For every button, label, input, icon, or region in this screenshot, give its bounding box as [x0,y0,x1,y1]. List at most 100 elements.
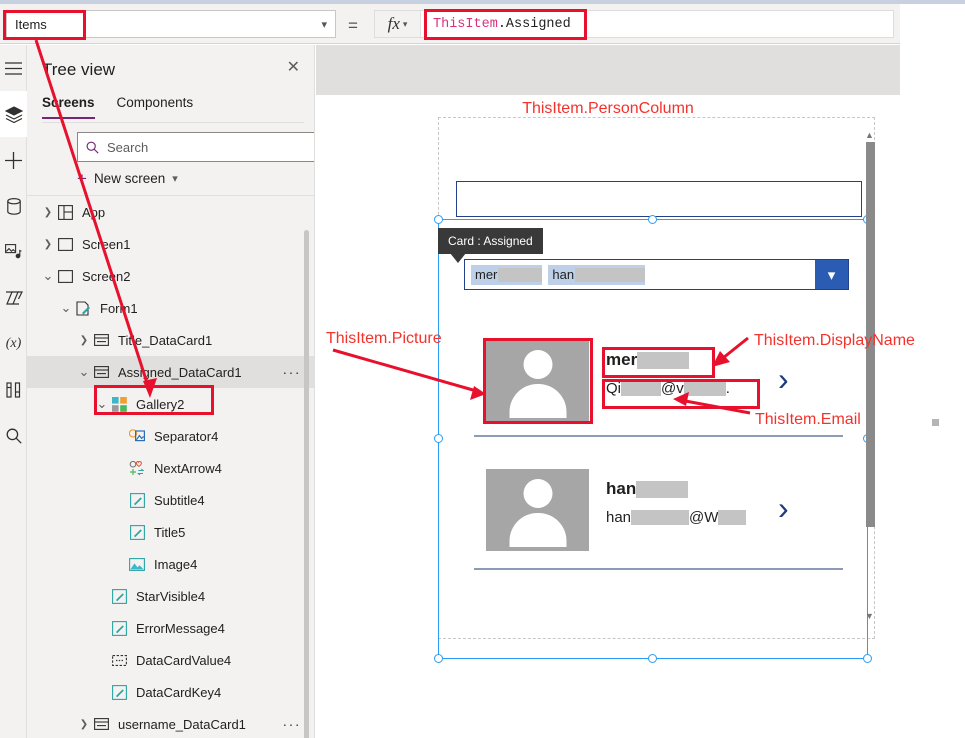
tree-item-screen1[interactable]: ❯ Screen1 [27,228,314,260]
tree-item-image4[interactable]: Image4 [27,548,314,580]
chevron-placeholder [95,687,109,698]
tree-item-subtitle4[interactable]: Subtitle4 [27,484,314,516]
hamburger-menu-icon[interactable] [0,45,27,91]
chevron-right-icon[interactable]: ❯ [41,207,55,218]
label-icon [127,492,147,508]
tree-item-gallery2[interactable]: ⌄ Gallery2 [27,388,314,420]
title-datacard-value[interactable] [456,181,862,217]
property-formula-bar: Items ▾ = fx ▾ ThisItem.Assigned [0,4,965,44]
property-dropdown[interactable]: Items ▾ [6,10,336,38]
redaction-mask [683,381,726,396]
email-prefix: Qi [606,380,621,397]
tree-view-icon[interactable] [0,91,27,137]
email-domain-head: W [704,509,719,526]
property-dropdown-value: Items [15,16,47,32]
tree-item-datacardvalue4[interactable]: DataCardValue4 [27,644,314,676]
tree-item-title_datacard1[interactable]: ❯ Title_DataCard1 [27,324,314,356]
tree-item-starvisible4[interactable]: StarVisible4 [27,580,314,612]
assigned-combobox[interactable]: mer han ▾ [464,259,849,290]
gallery-email: Qi @ v . [606,380,730,397]
advanced-tools-icon[interactable] [0,367,27,413]
gallery-next-arrow[interactable]: › [778,363,789,395]
app-icon [55,204,75,220]
avatar-body [509,513,566,547]
gallery-avatar [486,469,589,551]
resize-handle-br[interactable] [863,654,872,663]
canvas-header-band [316,45,900,95]
fx-button[interactable]: fx ▾ [375,11,421,37]
resize-handle-tl[interactable] [434,215,443,224]
formula-token-member: .Assigned [497,16,571,32]
tree-item-label: Image4 [154,556,198,572]
chevron-right-icon[interactable]: ❯ [77,719,91,730]
chevron-down-icon[interactable]: ⌄ [77,364,91,380]
tree-item-title5[interactable]: Title5 [27,516,314,548]
tree-item-username_datacard1[interactable]: ❯ username_DataCard1 ··· [27,708,314,738]
tree-item-datacardkey4[interactable]: DataCardKey4 [27,676,314,708]
label-icon [109,588,129,604]
tree-item-assigned_datacard1[interactable]: ⌄ Assigned_DataCard1 ··· [27,356,314,388]
separator-icon [127,429,147,443]
resize-handle-bl[interactable] [434,654,443,663]
variables-icon[interactable]: (x) [0,321,27,367]
resize-handle-tc[interactable] [648,215,657,224]
annotation-display-name: ThisItem.DisplayName [754,332,915,349]
search-rail-icon[interactable] [0,413,27,459]
tab-components[interactable]: Components [117,95,194,119]
gallery-display-name: mer [606,350,690,370]
tree-item-screen2[interactable]: ⌄ Screen2 [27,260,314,292]
insert-icon[interactable] [0,137,27,183]
chip-text: mer [475,267,498,282]
database-icon[interactable] [0,183,27,229]
form-icon [73,300,93,316]
formula-bar[interactable]: fx ▾ ThisItem.Assigned [374,10,894,38]
resize-handle-ml[interactable] [434,434,443,443]
combobox-chip[interactable]: mer [471,264,543,285]
scroll-up-icon[interactable]: ▲ [865,130,874,140]
chevron-down-icon[interactable]: ▾ [815,260,848,289]
display-name-text: mer [606,350,638,369]
redaction-mask [621,381,661,396]
overflow-menu-icon[interactable]: ··· [283,716,302,732]
gallery-next-arrow[interactable]: › [778,492,789,524]
chevron-right-icon[interactable]: ❯ [77,335,91,346]
tree-item-form1[interactable]: ⌄ Form1 [27,292,314,324]
chevron-down-icon: ▾ [321,18,327,31]
screen-icon [55,237,75,251]
redaction-mask [575,267,646,282]
chevron-placeholder [113,431,127,442]
tree-item-label: Assigned_DataCard1 [118,364,242,380]
combobox-chip[interactable]: han [548,264,646,285]
chevron-down-icon[interactable]: ⌄ [59,300,73,316]
close-icon[interactable]: ✕ [287,60,300,76]
tree-scrollbar[interactable] [304,230,309,738]
tree-item-label: Gallery2 [136,396,185,412]
formula-token-object: ThisItem [433,16,498,32]
chevron-down-icon[interactable]: ⌄ [41,268,55,284]
avatar-head [523,479,552,508]
tree-item-label: NextArrow4 [154,460,222,476]
tab-screens[interactable]: Screens [42,95,95,119]
scroll-down-icon[interactable]: ▼ [865,611,874,621]
redaction-mask [631,510,690,525]
email-prefix: han [606,509,632,526]
tree-item-label: Screen1 [82,236,131,252]
overflow-menu-icon[interactable]: ··· [283,364,302,380]
tree-item-list: ❯ App ❯ Screen1 ⌄ Screen2 ⌄ Form1 ❯ Title_DataCar… [27,196,314,738]
new-screen-button[interactable]: + New screen ▾ [77,170,178,187]
formula-input[interactable]: ThisItem.Assigned [421,17,893,32]
tree-item-separator4[interactable]: Separator4 [27,420,314,452]
chevron-down-icon[interactable]: ⌄ [95,396,109,412]
tree-item-nextarrow4[interactable]: NextArrow4 [27,452,314,484]
chevron-right-icon[interactable]: ❯ [41,239,55,250]
search-input[interactable]: Search [77,132,314,162]
tree-item-errormessage4[interactable]: ErrorMessage4 [27,612,314,644]
power-automate-icon[interactable] [0,275,27,321]
redaction-mask [637,351,690,369]
chevron-placeholder [95,655,109,666]
search-placeholder: Search [107,139,149,155]
media-icon[interactable] [0,229,27,275]
input-icon [109,654,129,666]
tree-item-app[interactable]: ❯ App [27,196,314,228]
resize-handle-bc[interactable] [648,654,657,663]
